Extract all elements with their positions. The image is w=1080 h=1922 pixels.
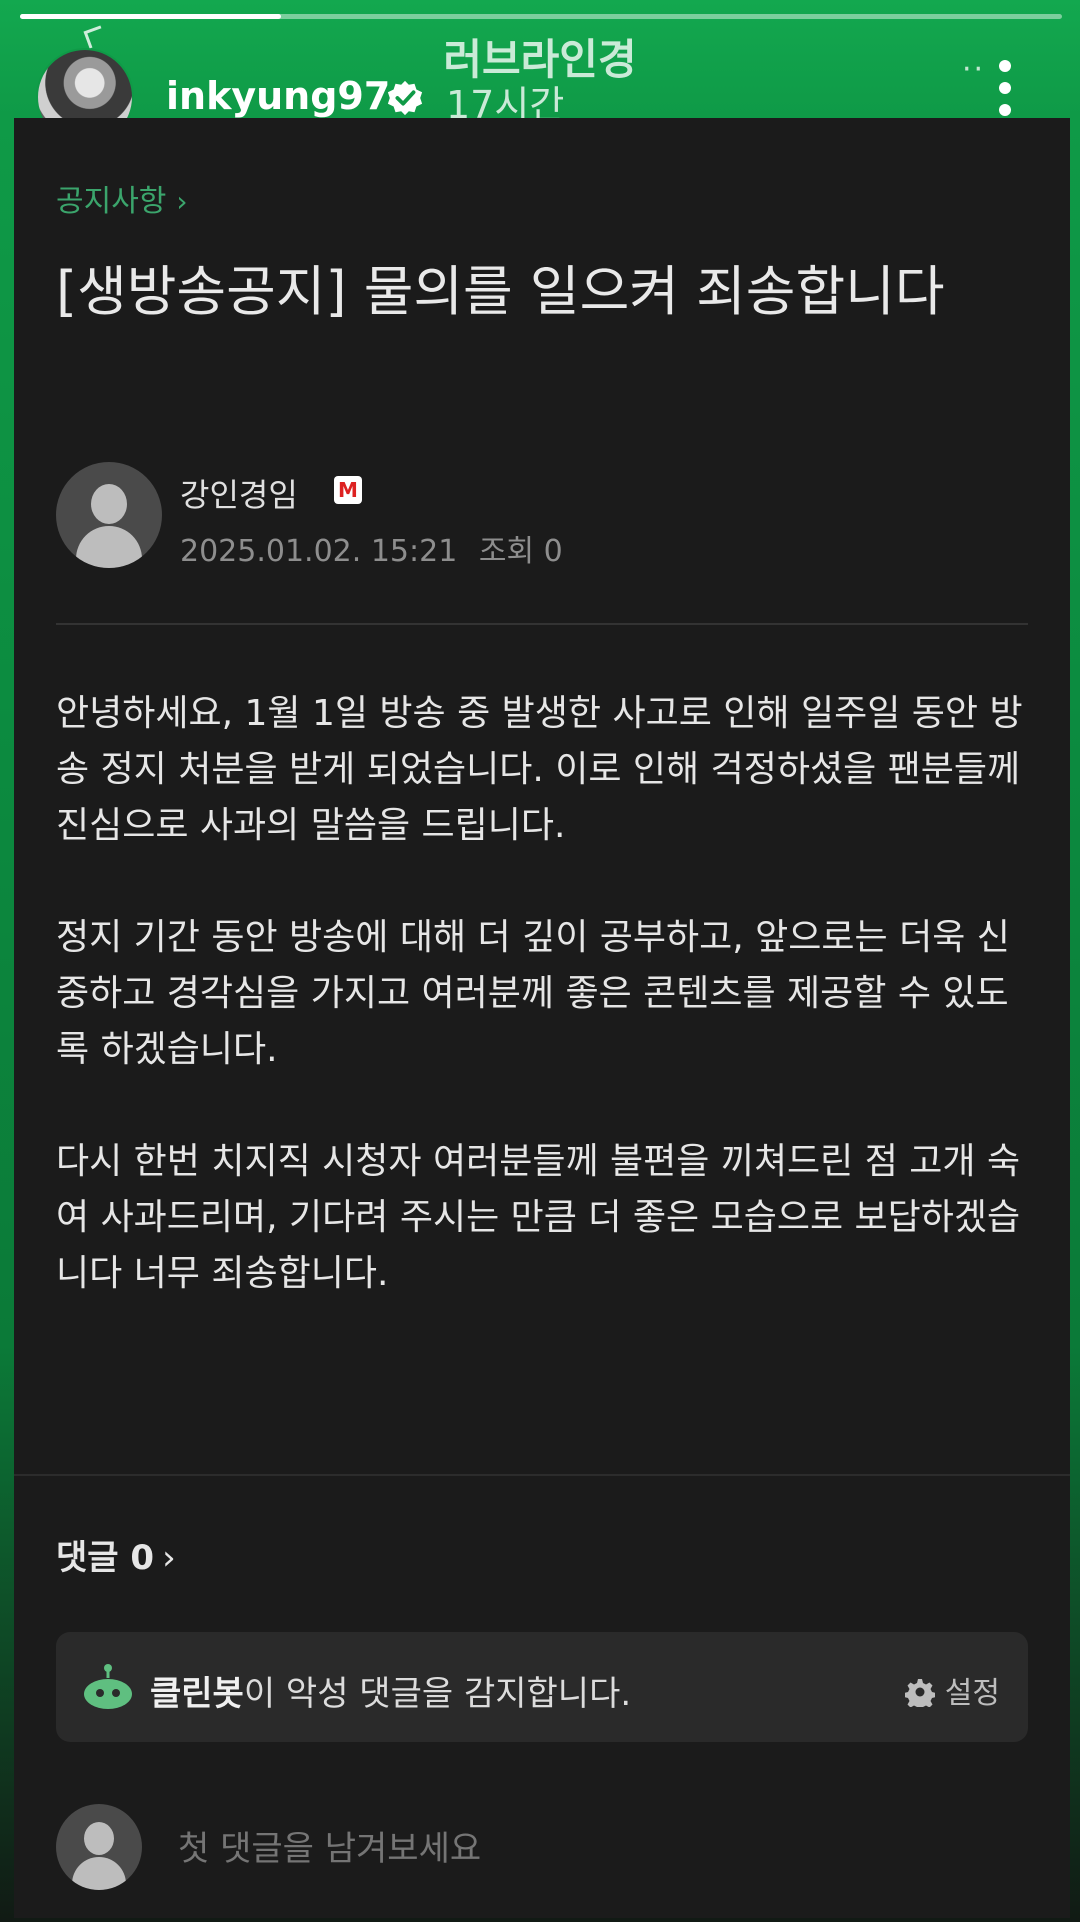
overlay-dots: ··	[962, 52, 986, 87]
story-progress-bar	[20, 14, 1062, 19]
view-count: 조회 0	[478, 534, 563, 569]
cleanbot-banner: 클린봇이 악성 댓글을 감지합니다. 설정	[56, 1632, 1028, 1742]
verified-badge-icon	[387, 80, 423, 116]
commenter-avatar	[56, 1804, 142, 1890]
chevron-right-icon: ›	[162, 1538, 176, 1578]
story-progress-fill	[20, 14, 281, 19]
cleanbot-text: 이 악성 댓글을 감지합니다.	[243, 1674, 632, 1714]
story-username[interactable]: inkyung97	[166, 74, 390, 118]
comments-count-label: 댓글 0	[56, 1538, 155, 1578]
divider	[56, 623, 1028, 625]
post-date: 2025.01.02. 15:21	[180, 534, 458, 569]
breadcrumb[interactable]: 공지사항 ›	[56, 176, 188, 220]
post-paragraph: 정지 기간 동안 방송에 대해 더 깊이 공부하고, 앞으로는 더욱 신중하고 …	[56, 917, 1010, 1070]
cleanbot-name: 클린봇	[150, 1674, 244, 1714]
chevron-right-icon: ›	[176, 185, 188, 218]
post-paragraph: 다시 한번 치지직 시청자 여러분들께 불편을 끼쳐드린 점 고개 숙여 사과드…	[56, 1141, 1021, 1294]
cleanbot-message: 클린봇이 악성 댓글을 감지합니다.	[150, 1666, 631, 1715]
post-title: [생방송공지] 물의를 일으켜 죄송합니다	[56, 260, 945, 323]
comment-input[interactable]	[178, 1824, 998, 1874]
robot-icon	[84, 1664, 132, 1709]
more-options-icon[interactable]	[990, 60, 1020, 124]
author-avatar[interactable]	[56, 462, 162, 568]
gear-icon	[904, 1679, 935, 1707]
cleanbot-settings-button[interactable]: 설정	[904, 1668, 1000, 1712]
settings-label: 설정	[944, 1676, 1000, 1711]
breadcrumb-label: 공지사항	[56, 184, 167, 219]
post-card: 공지사항 › [생방송공지] 물의를 일으켜 죄송합니다 강인경임 M 2025.…	[14, 118, 1070, 1918]
post-meta: 2025.01.02. 15:21 조회 0	[180, 526, 563, 570]
comments-link[interactable]: 댓글 0 ›	[56, 1530, 176, 1579]
post-body: 안녕하세요, 1월 1일 방송 중 발생한 사고로 인해 일주일 동안 방송 정…	[56, 686, 1036, 1358]
manager-badge-icon: M	[334, 476, 362, 504]
author-name[interactable]: 강인경임	[180, 470, 298, 516]
post-paragraph: 안녕하세요, 1월 1일 방송 중 발생한 사고로 인해 일주일 동안 방송 정…	[56, 693, 1023, 846]
section-divider	[14, 1474, 1070, 1476]
